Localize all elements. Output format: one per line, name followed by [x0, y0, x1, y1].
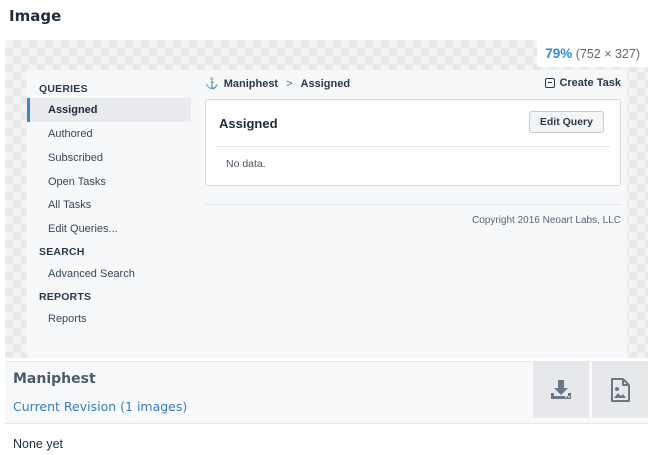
page-header: Image [0, 0, 652, 36]
file-name: Maniphest [13, 371, 96, 387]
anchor-icon: ⚓ [205, 78, 219, 90]
image-dimensions: (752 × 327) [575, 47, 640, 61]
file-info-bar: Maniphest Current Revision (1 images) [5, 361, 648, 424]
sidebar-item-edit-queries[interactable]: Edit Queries... [27, 217, 191, 241]
download-icon [551, 380, 571, 399]
sidebar-item-assigned[interactable]: Assigned [27, 98, 191, 122]
create-task-label: Create Task [559, 77, 621, 89]
empty-message: No data. [226, 158, 266, 170]
sidebar-heading-reports: REPORTS [39, 291, 92, 303]
download-button[interactable] [533, 362, 589, 418]
view-image-button[interactable] [592, 362, 648, 418]
image-view-icon [611, 378, 630, 402]
sidebar-item-authored[interactable]: Authored [27, 122, 191, 146]
footer-divider [205, 204, 621, 205]
sidebar-item-open-tasks[interactable]: Open Tasks [27, 170, 191, 194]
sidebar-heading-queries: QUERIES [39, 83, 88, 95]
copyright-text: Copyright 2016 Neoart Labs, LLC [472, 215, 621, 226]
edit-query-button[interactable]: Edit Query [528, 111, 604, 133]
breadcrumb-current: Assigned [300, 77, 351, 90]
zoom-badge: 79% (752 × 327) [537, 40, 648, 67]
create-task-icon [545, 78, 556, 88]
current-revision-link[interactable]: Current Revision (1 images) [13, 399, 187, 414]
breadcrumb-app[interactable]: Maniphest [224, 78, 278, 90]
page-title: Image [9, 7, 62, 25]
screenshot-image: QUERIES Assigned Authored Subscribed Ope… [27, 70, 627, 358]
comments-status: None yet [13, 437, 64, 451]
breadcrumb: ⚓ Maniphest > Assigned [205, 77, 351, 91]
sidebar-item-reports[interactable]: Reports [27, 307, 191, 331]
sidebar: QUERIES Assigned Authored Subscribed Ope… [27, 70, 194, 358]
breadcrumb-separator: > [286, 77, 293, 90]
sidebar-heading-search: SEARCH [39, 246, 85, 258]
sidebar-item-all-tasks[interactable]: All Tasks [27, 193, 191, 217]
main-content: ⚓ Maniphest > Assigned Create Task Assig… [205, 70, 621, 358]
create-task-button[interactable]: Create Task [545, 77, 621, 89]
image-viewer[interactable]: 79% (752 × 327) QUERIES Assigned Authore… [5, 40, 648, 358]
sidebar-item-advanced-search[interactable]: Advanced Search [27, 262, 191, 286]
zoom-percent: 79% [545, 46, 573, 61]
panel-title: Assigned [219, 116, 278, 131]
panel-divider [216, 146, 610, 147]
sidebar-item-subscribed[interactable]: Subscribed [27, 146, 191, 170]
results-panel: Assigned Edit Query No data. [205, 99, 621, 186]
